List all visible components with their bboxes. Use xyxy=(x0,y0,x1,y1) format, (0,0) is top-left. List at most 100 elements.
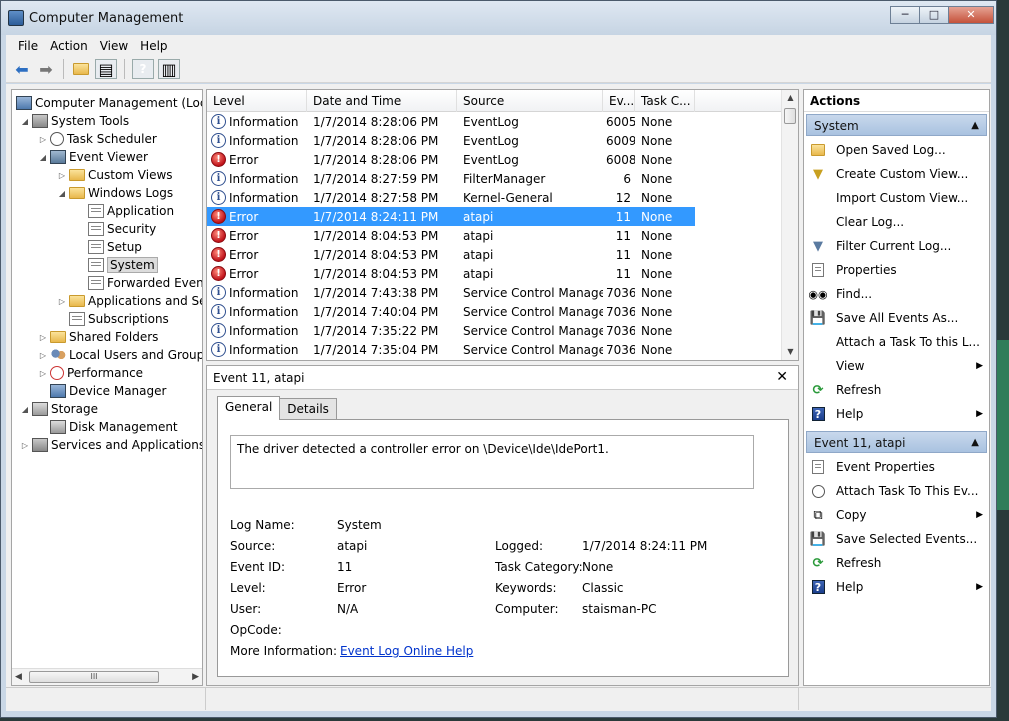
column-header-source[interactable]: Source xyxy=(457,90,603,112)
close-icon[interactable]: ✕ xyxy=(776,369,788,385)
actions-section-event[interactable]: Event 11, atapi ▲ xyxy=(806,431,987,453)
action-save-all-events-as[interactable]: 💾 Save All Events As... xyxy=(804,306,989,330)
event-row[interactable]: ! Error 1/7/2014 8:04:53 PM atapi 11 None xyxy=(207,264,782,283)
scroll-up-arrow-icon[interactable]: ▲ xyxy=(782,90,798,106)
event-row[interactable]: i Information 1/7/2014 8:28:06 PM EventLog 6… xyxy=(207,131,782,150)
event-id-value: 11 xyxy=(337,560,353,574)
opcode-label: OpCode: xyxy=(230,623,282,637)
action-refresh[interactable]: ⟳ Refresh xyxy=(804,551,989,575)
up-folder-icon[interactable] xyxy=(71,59,91,79)
action-help[interactable]: ? Help ▶ xyxy=(804,575,989,599)
action-filter-current-log[interactable]: ▼ Filter Current Log... xyxy=(804,234,989,258)
tree-node-computer-management[interactable]: Computer Management (Local xyxy=(14,94,202,112)
column-header-task-category[interactable]: Task C... xyxy=(635,90,695,112)
column-header-event-id[interactable]: Ev... xyxy=(603,90,635,112)
event-row[interactable]: ! Error 1/7/2014 8:28:06 PM EventLog 6008 Non… xyxy=(207,150,782,169)
collapsed-triangle-icon[interactable]: ▷ xyxy=(57,171,67,180)
expanded-triangle-icon[interactable]: ◢ xyxy=(38,153,48,162)
menu-help[interactable]: Help xyxy=(134,39,173,53)
action-properties[interactable]: Properties xyxy=(804,258,989,282)
event-row[interactable]: i Information 1/7/2014 8:28:06 PM EventLog 6… xyxy=(207,112,782,131)
event-row[interactable]: i Information 1/7/2014 8:27:59 PM FilterMan… xyxy=(207,169,782,188)
action-import-custom-view[interactable]: Import Custom View... xyxy=(804,186,989,210)
tree-node-application[interactable]: Application xyxy=(86,202,174,220)
tree-node-system-tools[interactable]: ◢ System Tools xyxy=(20,112,129,130)
action-save-selected-events[interactable]: 💾 Save Selected Events... xyxy=(804,527,989,551)
maximize-button[interactable]: □ xyxy=(919,6,948,24)
expanded-triangle-icon[interactable]: ◢ xyxy=(20,117,30,126)
tree-node-setup[interactable]: Setup xyxy=(86,238,142,256)
event-row[interactable]: i Information 1/7/2014 8:27:58 PM Kernel-Ge… xyxy=(207,188,782,207)
tree-horizontal-scrollbar[interactable]: ◀ III ▶ xyxy=(12,668,202,685)
title-bar[interactable]: Computer Management ─ □ ✕ xyxy=(1,1,996,35)
tree-node-forwarded-events[interactable]: Forwarded Event xyxy=(86,274,202,292)
action-help[interactable]: ? Help ▶ xyxy=(804,402,989,426)
scroll-left-arrow-icon[interactable]: ◀ xyxy=(15,672,22,682)
tree-node-applications-and-services[interactable]: ▷ Applications and Se xyxy=(57,292,202,310)
event-row[interactable]: ! Error 1/7/2014 8:04:53 PM atapi 11 None xyxy=(207,245,782,264)
tree-node-event-viewer[interactable]: ◢ Event Viewer xyxy=(38,148,148,166)
tree-node-disk-management[interactable]: Disk Management xyxy=(48,418,178,436)
tab-details[interactable]: Details xyxy=(279,398,337,420)
event-row[interactable]: ! Error 1/7/2014 8:04:53 PM atapi 11 None xyxy=(207,226,782,245)
scroll-down-arrow-icon[interactable]: ▼ xyxy=(782,344,798,360)
event-log-online-help-link[interactable]: Event Log Online Help xyxy=(340,644,473,658)
scroll-thumb[interactable]: III xyxy=(29,671,159,683)
tree-node-subscriptions[interactable]: Subscriptions xyxy=(67,310,169,328)
collapsed-triangle-icon[interactable]: ▷ xyxy=(38,135,48,144)
minimize-button[interactable]: ─ xyxy=(890,6,919,24)
tree-node-shared-folders[interactable]: ▷ Shared Folders xyxy=(38,328,158,346)
help-icon[interactable]: ? xyxy=(132,59,154,79)
tree-node-storage[interactable]: ◢ Storage xyxy=(20,400,98,418)
collapsed-triangle-icon[interactable]: ▷ xyxy=(38,351,48,360)
tree-node-local-users-and-groups[interactable]: ▷ Local Users and Groups xyxy=(38,346,202,364)
close-button[interactable]: ✕ xyxy=(948,6,994,24)
blank-icon xyxy=(810,358,826,374)
events-vertical-scrollbar[interactable]: ▲ ▼ xyxy=(781,90,798,360)
tree-node-custom-views[interactable]: ▷ Custom Views xyxy=(57,166,173,184)
scroll-thumb[interactable] xyxy=(784,108,796,124)
tree-node-system[interactable]: System xyxy=(86,256,158,274)
tree-node-task-scheduler[interactable]: ▷ Task Scheduler xyxy=(38,130,157,148)
action-clear-log[interactable]: Clear Log... xyxy=(804,210,989,234)
expanded-triangle-icon[interactable]: ◢ xyxy=(20,405,30,414)
action-open-saved-log[interactable]: Open Saved Log... xyxy=(804,138,989,162)
event-row[interactable]: i Information 1/7/2014 7:43:38 PM Service C… xyxy=(207,283,782,302)
forward-arrow-icon[interactable]: ➡ xyxy=(36,59,56,79)
column-header-level[interactable]: Level xyxy=(207,90,307,112)
tree-node-security[interactable]: Security xyxy=(86,220,156,238)
show-hide-action-pane-icon[interactable]: ▥ xyxy=(158,59,180,79)
collapse-up-icon[interactable]: ▲ xyxy=(971,115,979,137)
column-header-date-time[interactable]: Date and Time xyxy=(307,90,457,112)
action-event-properties[interactable]: Event Properties xyxy=(804,455,989,479)
expanded-triangle-icon[interactable]: ◢ xyxy=(57,189,67,198)
action-view[interactable]: View ▶ xyxy=(804,354,989,378)
event-row-selected[interactable]: ! Error 1/7/2014 8:24:11 PM atapi 11 None xyxy=(207,207,695,226)
actions-section-system[interactable]: System ▲ xyxy=(806,114,987,136)
action-attach-task-to-this-ev[interactable]: Attach Task To This Ev... xyxy=(804,479,989,503)
menu-view[interactable]: View xyxy=(94,39,134,53)
collapsed-triangle-icon[interactable]: ▷ xyxy=(38,333,48,342)
action-attach-a-task-to-this-l[interactable]: Attach a Task To this L... xyxy=(804,330,989,354)
show-hide-console-tree-icon[interactable]: ▤ xyxy=(95,59,117,79)
tab-general[interactable]: General xyxy=(217,396,281,420)
event-row[interactable]: i Information 1/7/2014 7:35:22 PM Service C… xyxy=(207,321,782,340)
scroll-right-arrow-icon[interactable]: ▶ xyxy=(192,672,199,682)
action-create-custom-view[interactable]: ▼ Create Custom View... xyxy=(804,162,989,186)
action-find[interactable]: ◉◉ Find... xyxy=(804,282,989,306)
tree-node-windows-logs[interactable]: ◢ Windows Logs xyxy=(57,184,173,202)
collapsed-triangle-icon[interactable]: ▷ xyxy=(38,369,48,378)
event-row[interactable]: i Information 1/7/2014 7:40:04 PM Service C… xyxy=(207,302,782,321)
event-row[interactable]: i Information 1/7/2014 7:35:04 PM Service C… xyxy=(207,340,782,359)
menu-file[interactable]: File xyxy=(12,39,44,53)
action-refresh[interactable]: ⟳ Refresh xyxy=(804,378,989,402)
tree-node-performance[interactable]: ▷ Performance xyxy=(38,364,143,382)
tree-node-device-manager[interactable]: Device Manager xyxy=(48,382,166,400)
action-copy[interactable]: ⧉ Copy ▶ xyxy=(804,503,989,527)
tree-node-services-and-applications[interactable]: ▷ Services and Applications xyxy=(20,436,202,454)
collapse-up-icon[interactable]: ▲ xyxy=(971,432,979,454)
collapsed-triangle-icon[interactable]: ▷ xyxy=(20,441,30,450)
collapsed-triangle-icon[interactable]: ▷ xyxy=(57,297,67,306)
back-arrow-icon[interactable]: ⬅ xyxy=(12,59,32,79)
menu-action[interactable]: Action xyxy=(44,39,94,53)
